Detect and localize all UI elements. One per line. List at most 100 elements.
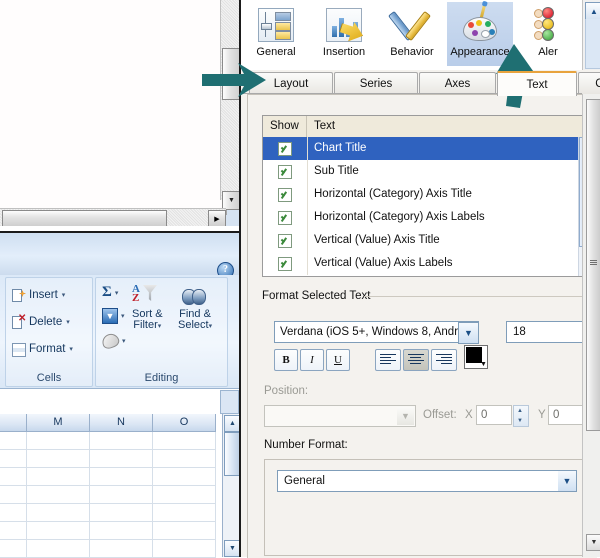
grid-cell[interactable] <box>153 540 216 558</box>
font-family-select[interactable]: Verdana (iOS 5+, Windows 8, Andrc <box>274 321 479 343</box>
tab-series[interactable]: Series <box>334 72 418 94</box>
formula-bar-expand-button[interactable] <box>220 390 239 414</box>
align-center-button[interactable] <box>403 349 429 371</box>
grid-cell[interactable] <box>27 432 90 450</box>
show-checkbox[interactable] <box>278 234 292 248</box>
show-checkbox[interactable] <box>278 211 292 225</box>
chevron-down-icon[interactable]: ▼ <box>480 361 487 368</box>
column-header-partial[interactable] <box>0 414 27 432</box>
grid-cell[interactable] <box>153 450 216 468</box>
toolbar-item-appearance[interactable]: Appearance <box>447 2 513 66</box>
column-header-o[interactable]: O <box>153 414 216 432</box>
column-header-n[interactable]: N <box>90 414 153 432</box>
position-select[interactable]: ▼ <box>264 405 416 427</box>
stepper-up-icon[interactable]: ▲ <box>514 406 526 415</box>
grid-cell[interactable] <box>27 540 90 558</box>
grid-cell[interactable] <box>90 486 153 504</box>
tab-color[interactable]: Color <box>578 72 600 94</box>
list-item[interactable]: Vertical (Value) Axis Labels <box>263 252 593 275</box>
excel-hscroll-thumb[interactable] <box>2 210 167 227</box>
show-checkbox-cell[interactable] <box>263 183 308 206</box>
align-left-button[interactable] <box>375 349 401 371</box>
offset-x-stepper[interactable]: ▲ ▼ <box>513 405 529 427</box>
dialog-vertical-scrollbar[interactable]: ▼ <box>582 94 600 557</box>
grid-cell[interactable] <box>90 540 153 558</box>
offset-x-input[interactable]: 0 <box>476 405 512 425</box>
toolbar-item-general[interactable]: General <box>243 2 309 66</box>
list-item[interactable]: Sub Title <box>263 160 593 183</box>
show-checkbox[interactable] <box>278 188 292 202</box>
show-checkbox[interactable] <box>278 165 292 179</box>
list-item[interactable]: Chart Title <box>263 137 593 160</box>
show-checkbox-cell[interactable] <box>263 137 308 160</box>
dialog-scroll-thumb[interactable] <box>586 99 600 431</box>
grid-cell[interactable] <box>90 432 153 450</box>
toolbar-item-insertion[interactable]: Insertion <box>311 2 377 66</box>
list-item[interactable]: Vertical (Value) Axis Title <box>263 229 593 252</box>
delete-cells-button[interactable]: Delete ▾ <box>12 311 70 333</box>
excel-hscroll-right-icon[interactable]: ▶ <box>208 210 226 227</box>
toolbar-scrollbar[interactable]: ▲ <box>582 0 600 70</box>
text-color-picker[interactable]: ▼ <box>464 345 488 369</box>
grid-cell[interactable] <box>0 504 27 522</box>
grid-cell[interactable] <box>0 486 27 504</box>
grid-cell[interactable] <box>27 468 90 486</box>
font-size-input[interactable]: 18 <box>506 321 586 343</box>
grid-cell[interactable] <box>90 450 153 468</box>
insert-cells-button[interactable]: Insert ▾ <box>12 284 65 306</box>
grid-cell[interactable] <box>90 522 153 540</box>
grid-cell[interactable] <box>27 486 90 504</box>
autosum-button[interactable]: Σ ▾ <box>102 284 118 301</box>
show-checkbox-cell[interactable] <box>263 206 308 229</box>
tab-text[interactable]: Text <box>497 71 577 96</box>
excel-horizontal-scrollbar[interactable]: ▶ <box>0 208 226 227</box>
grid-cell[interactable] <box>90 504 153 522</box>
grid-cell[interactable] <box>153 468 216 486</box>
grid-cell[interactable] <box>0 522 27 540</box>
grid-cell[interactable] <box>0 468 27 486</box>
bold-button[interactable]: B <box>274 349 298 371</box>
find-select-button[interactable]: Find & Select▾ <box>178 283 212 332</box>
text-elements-list[interactable]: Show Text Chart Title Sub Title Horizont… <box>262 115 594 277</box>
align-right-button[interactable] <box>431 349 457 371</box>
grid-vertical-scrollbar[interactable]: ▲ ▼ <box>222 414 240 557</box>
column-header-m[interactable]: M <box>27 414 90 432</box>
excel-vertical-scrollbar[interactable]: ▼ <box>220 0 240 200</box>
chevron-down-icon[interactable]: ▼ <box>558 471 576 491</box>
grid-cell[interactable] <box>153 504 216 522</box>
format-cells-button[interactable]: Format ▾ <box>12 338 73 360</box>
toolbar-scroll-up-icon[interactable]: ▲ <box>585 2 600 20</box>
grid-cell[interactable] <box>153 486 216 504</box>
stepper-down-icon[interactable]: ▼ <box>514 416 526 425</box>
show-checkbox[interactable] <box>278 142 292 156</box>
clear-button[interactable]: ▾ <box>102 334 126 348</box>
number-format-select[interactable]: General▼ <box>277 470 577 492</box>
grid-cell[interactable] <box>0 450 27 468</box>
list-item[interactable]: Horizontal (Category) Axis Title <box>263 183 593 206</box>
show-checkbox[interactable] <box>278 257 292 271</box>
offset-y-input[interactable]: 0 <box>548 405 586 425</box>
dialog-scroll-down-icon[interactable]: ▼ <box>586 534 600 551</box>
underline-button[interactable]: U <box>326 349 350 371</box>
grid-cell[interactable] <box>0 540 27 558</box>
grid-cell[interactable] <box>90 468 153 486</box>
grid-cell[interactable] <box>27 504 90 522</box>
chevron-down-icon[interactable]: ▼ <box>458 322 479 344</box>
toolbar-scroll-track[interactable] <box>585 19 600 69</box>
tab-axes[interactable]: Axes <box>419 72 496 94</box>
grid-cell[interactable] <box>27 450 90 468</box>
fill-button[interactable]: ▼ ▾ <box>102 308 125 324</box>
show-checkbox-cell[interactable] <box>263 160 308 183</box>
grid-cell[interactable] <box>153 522 216 540</box>
toolbar-item-alerts[interactable]: Aler <box>515 2 581 66</box>
grid-cell[interactable] <box>0 432 27 450</box>
list-item[interactable]: Horizontal (Category) Axis Labels <box>263 206 593 229</box>
show-checkbox-cell[interactable] <box>263 252 308 275</box>
toolbar-item-behavior[interactable]: Behavior <box>379 2 445 66</box>
grid-cell[interactable] <box>27 522 90 540</box>
grid-cell[interactable] <box>153 432 216 450</box>
sort-filter-button[interactable]: AZ Sort & Filter▾ <box>132 283 163 332</box>
show-checkbox-cell[interactable] <box>263 229 308 252</box>
excel-formula-bar[interactable] <box>0 388 239 416</box>
italic-button[interactable]: I <box>300 349 324 371</box>
